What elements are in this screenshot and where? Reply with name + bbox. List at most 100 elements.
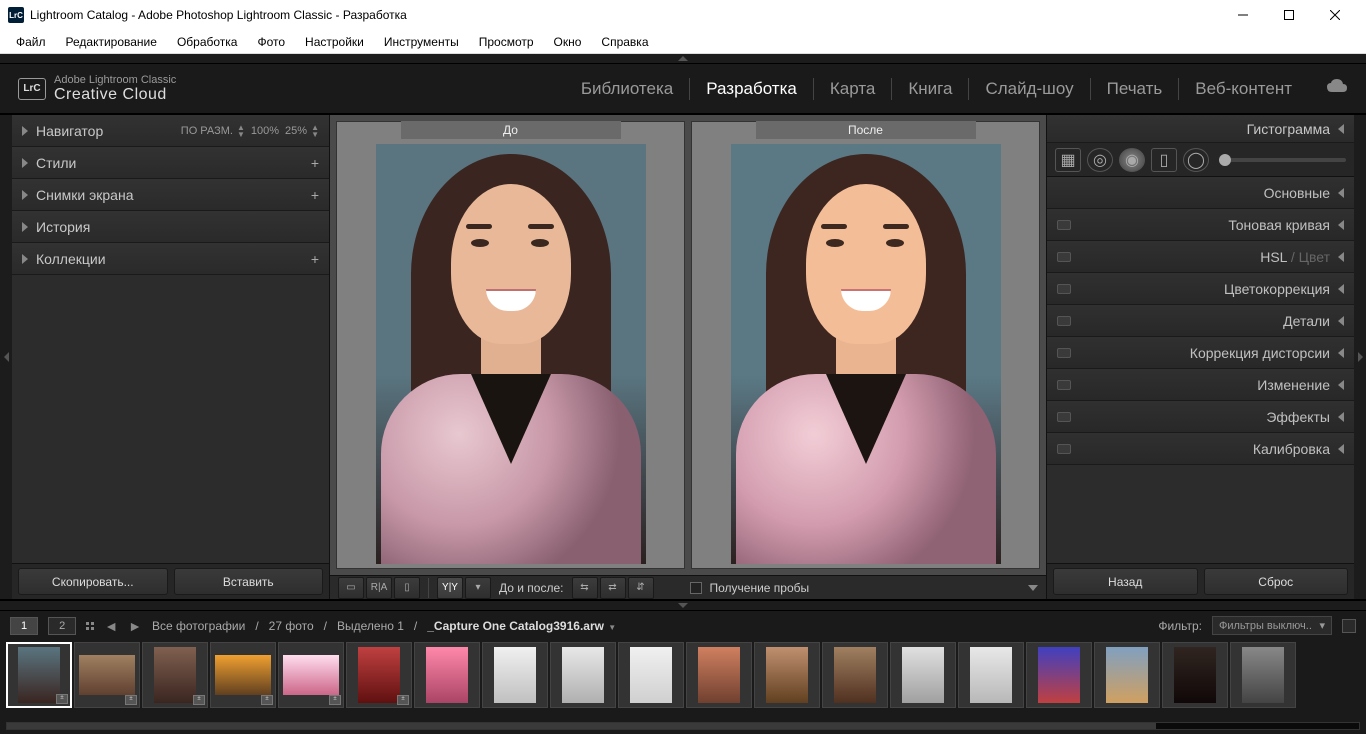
before-pane[interactable]: До: [336, 121, 685, 569]
panel-switch-icon[interactable]: [1057, 444, 1071, 454]
collections-header[interactable]: Коллекции+: [12, 243, 329, 275]
module-develop[interactable]: Разработка: [690, 79, 813, 99]
source-label[interactable]: Все фотографии: [152, 619, 245, 633]
filter-dropdown[interactable]: Фильтры выключ..▾: [1212, 616, 1332, 635]
panel-switch-icon[interactable]: [1057, 284, 1071, 294]
nav-back-icon[interactable]: ◄: [104, 618, 118, 634]
history-header[interactable]: История: [12, 211, 329, 243]
thumbnail[interactable]: 19: [1230, 642, 1296, 708]
panel-switch-icon[interactable]: [1057, 252, 1071, 262]
panel-switch-icon[interactable]: [1057, 220, 1071, 230]
thumbnail[interactable]: 2±: [74, 642, 140, 708]
thumbnail[interactable]: 9: [550, 642, 616, 708]
copy-after-icon[interactable]: ⇄: [600, 577, 626, 599]
thumbnail[interactable]: 5±: [278, 642, 344, 708]
panel-switch-icon[interactable]: [1057, 412, 1071, 422]
presets-header[interactable]: Стили+: [12, 147, 329, 179]
panel-эффекты[interactable]: Эффекты: [1047, 401, 1354, 433]
grid-view-icon[interactable]: [86, 622, 94, 630]
panel-детали[interactable]: Детали: [1047, 305, 1354, 337]
add-snapshot-icon[interactable]: +: [311, 187, 319, 203]
nav-25[interactable]: 25%: [285, 125, 307, 137]
main-window-button[interactable]: 1: [10, 617, 38, 635]
panel-switch-icon[interactable]: [1057, 380, 1071, 390]
top-panel-toggle[interactable]: [0, 54, 1366, 64]
filmstrip-scrollbar[interactable]: [0, 722, 1366, 734]
thumbnail[interactable]: 8: [482, 642, 548, 708]
filter-lock-icon[interactable]: [1342, 619, 1356, 633]
module-slideshow[interactable]: Слайд-шоу: [969, 79, 1089, 99]
radial-tool-icon[interactable]: ◯: [1183, 148, 1209, 172]
soft-proof-checkbox[interactable]: [690, 582, 702, 594]
previous-button[interactable]: Назад: [1053, 568, 1198, 595]
thumbnail[interactable]: 14: [890, 642, 956, 708]
menu-window[interactable]: Окно: [544, 33, 592, 51]
right-panel-toggle[interactable]: [1354, 115, 1366, 599]
panel-тоновая-кривая[interactable]: Тоновая кривая: [1047, 209, 1354, 241]
spot-tool-icon[interactable]: ◎: [1087, 148, 1113, 172]
panel-hsl[interactable]: HSL / Цвет: [1047, 241, 1354, 273]
nav-fit[interactable]: ПО РАЗМ.: [181, 125, 233, 137]
updown-icon[interactable]: ▲▼: [237, 124, 245, 138]
copy-button[interactable]: Скопировать...: [18, 568, 168, 595]
gradient-tool-icon[interactable]: ▯: [1151, 148, 1177, 172]
thumbnail[interactable]: 3±: [142, 642, 208, 708]
module-map[interactable]: Карта: [814, 79, 892, 99]
brush-slider[interactable]: [1219, 158, 1346, 162]
module-library[interactable]: Библиотека: [565, 79, 689, 99]
menu-help[interactable]: Справка: [591, 33, 658, 51]
crop-tool-icon[interactable]: ▦: [1055, 148, 1081, 172]
thumbnail[interactable]: 4±: [210, 642, 276, 708]
menu-tools[interactable]: Инструменты: [374, 33, 469, 51]
second-window-button[interactable]: 2: [48, 617, 76, 635]
histogram-header[interactable]: Гистограмма: [1047, 115, 1354, 143]
left-panel-toggle[interactable]: [0, 115, 12, 599]
snapshots-header[interactable]: Снимки экрана+: [12, 179, 329, 211]
add-preset-icon[interactable]: +: [311, 155, 319, 171]
paste-button[interactable]: Вставить: [174, 568, 324, 595]
panel-switch-icon[interactable]: [1057, 348, 1071, 358]
thumbnail[interactable]: 7: [414, 642, 480, 708]
module-book[interactable]: Книга: [892, 79, 968, 99]
thumbnail[interactable]: 6±: [346, 642, 412, 708]
maximize-button[interactable]: [1266, 0, 1312, 30]
panel-калибровка[interactable]: Калибровка: [1047, 433, 1354, 465]
filmstrip[interactable]: 1±2±3±4±5±6±78910111213141516171819: [0, 640, 1366, 722]
thumbnail[interactable]: 1±: [6, 642, 72, 708]
menu-photo[interactable]: Фото: [247, 33, 295, 51]
menu-settings[interactable]: Настройки: [295, 33, 374, 51]
reference-split-icon[interactable]: ▯: [394, 577, 420, 599]
menu-develop[interactable]: Обработка: [167, 33, 248, 51]
thumbnail[interactable]: 13: [822, 642, 888, 708]
panel-цветокоррекция[interactable]: Цветокоррекция: [1047, 273, 1354, 305]
copy-before-icon[interactable]: ⇆: [572, 577, 598, 599]
loupe-view-icon[interactable]: ▭: [338, 577, 364, 599]
thumbnail[interactable]: 16: [1026, 642, 1092, 708]
minimize-button[interactable]: [1220, 0, 1266, 30]
current-filename[interactable]: _Capture One Catalog3916.arw ▼: [427, 619, 616, 633]
navigator-header[interactable]: Навигатор ПО РАЗМ. ▲▼ 100% 25% ▲▼: [12, 115, 329, 147]
before-after-dropdown-icon[interactable]: ▾: [465, 577, 491, 599]
filmstrip-toggle[interactable]: [0, 600, 1366, 610]
thumbnail[interactable]: 12: [754, 642, 820, 708]
module-web[interactable]: Веб-контент: [1179, 79, 1308, 99]
updown-icon[interactable]: ▲▼: [311, 124, 319, 138]
reset-button[interactable]: Сброс: [1204, 568, 1349, 595]
redeye-tool-icon[interactable]: ◉: [1119, 148, 1145, 172]
nav-forward-icon[interactable]: ►: [128, 618, 142, 634]
toolbar-options-icon[interactable]: [1028, 585, 1038, 591]
after-pane[interactable]: После: [691, 121, 1040, 569]
identity-plate[interactable]: LrC Adobe Lightroom Classic Creative Clo…: [18, 74, 176, 104]
panel-коррекция-дисторсии[interactable]: Коррекция дисторсии: [1047, 337, 1354, 369]
menu-edit[interactable]: Редактирование: [56, 33, 167, 51]
cloud-sync-icon[interactable]: [1326, 78, 1348, 99]
reference-view-icon[interactable]: R|A: [366, 577, 392, 599]
thumbnail[interactable]: 18: [1162, 642, 1228, 708]
panel-основные[interactable]: Основные: [1047, 177, 1354, 209]
close-button[interactable]: [1312, 0, 1358, 30]
swap-icon[interactable]: ⇵: [628, 577, 654, 599]
module-print[interactable]: Печать: [1091, 79, 1179, 99]
before-after-lr-icon[interactable]: Y|Y: [437, 577, 463, 599]
thumbnail[interactable]: 15: [958, 642, 1024, 708]
menu-view[interactable]: Просмотр: [469, 33, 544, 51]
